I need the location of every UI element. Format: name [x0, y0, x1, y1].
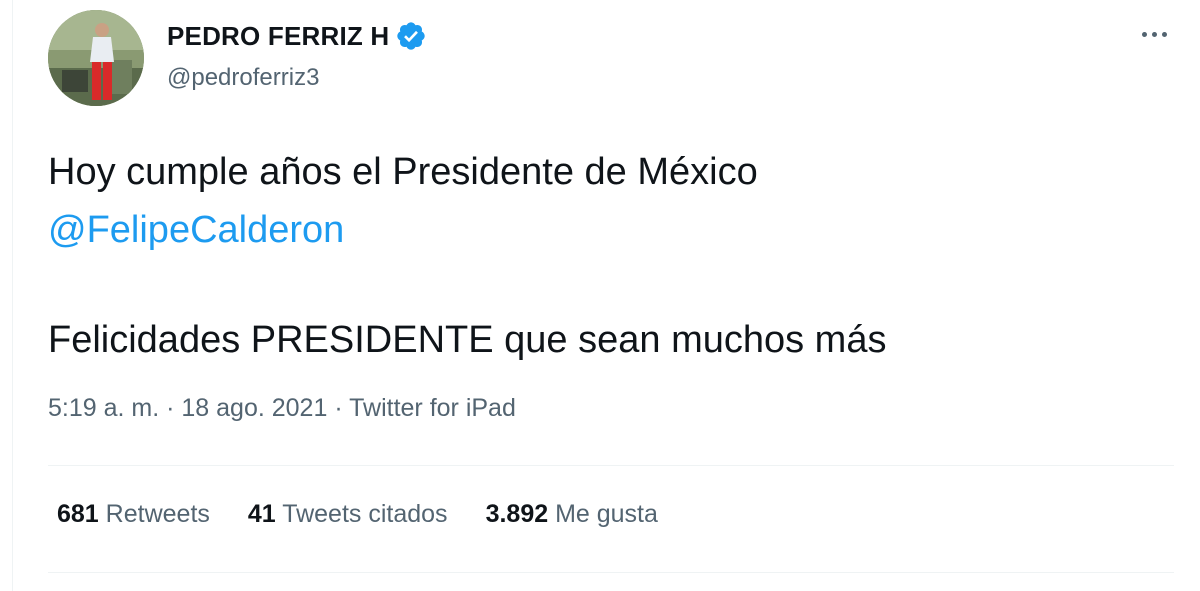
engagement-stats: 681 Retweets 41 Tweets citados 3.892 Me … — [57, 500, 696, 529]
avatar-photo-icon — [48, 10, 144, 106]
more-dot — [1151, 31, 1157, 37]
likes-stat[interactable]: 3.892 Me gusta — [486, 500, 658, 529]
more-dot — [1161, 31, 1167, 37]
quotes-label: Tweets citados — [282, 500, 448, 528]
retweets-stat[interactable]: 681 Retweets — [57, 500, 210, 529]
author-handle[interactable]: @pedroferriz3 — [167, 64, 319, 92]
meta-separator: · — [327, 394, 350, 422]
meta-separator: · — [159, 394, 182, 422]
author-display-name[interactable]: PEDRO FERRIZ H — [167, 21, 389, 52]
author-name-row[interactable]: PEDRO FERRIZ H — [167, 20, 427, 52]
more-options-icon[interactable] — [1134, 22, 1174, 46]
retweets-count: 681 — [57, 500, 99, 528]
more-dot — [1141, 31, 1147, 37]
tweet-card: PEDRO FERRIZ H @pedroferriz3 Hoy cumple … — [0, 0, 1200, 591]
quotes-stat[interactable]: 41 Tweets citados — [248, 500, 448, 529]
retweets-label: Retweets — [105, 500, 210, 528]
tweet-date[interactable]: 18 ago. 2021 — [181, 394, 327, 422]
likes-count: 3.892 — [485, 500, 549, 528]
tweet-meta: 5:19 a. m. · 18 ago. 2021 · Twitter for … — [48, 394, 516, 423]
likes-label: Me gusta — [555, 500, 658, 528]
avatar[interactable] — [48, 10, 144, 106]
tweet-text: Hoy cumple años el Presidente de México … — [48, 143, 1168, 369]
quotes-count: 41 — [247, 500, 276, 528]
tweet-source[interactable]: Twitter for iPad — [349, 394, 516, 422]
tweet-line: Felicidades PRESIDENTE que sean muchos m… — [48, 319, 887, 361]
mention-link[interactable]: @FelipeCalderon — [48, 201, 1168, 259]
tweet-line: Hoy cumple años el Presidente de México — [48, 151, 758, 193]
tweet-time[interactable]: 5:19 a. m. — [48, 394, 159, 422]
paragraph-break — [48, 259, 1168, 311]
divider — [48, 465, 1174, 466]
verified-badge-icon — [395, 20, 427, 52]
left-border — [12, 0, 13, 591]
divider — [48, 572, 1174, 573]
